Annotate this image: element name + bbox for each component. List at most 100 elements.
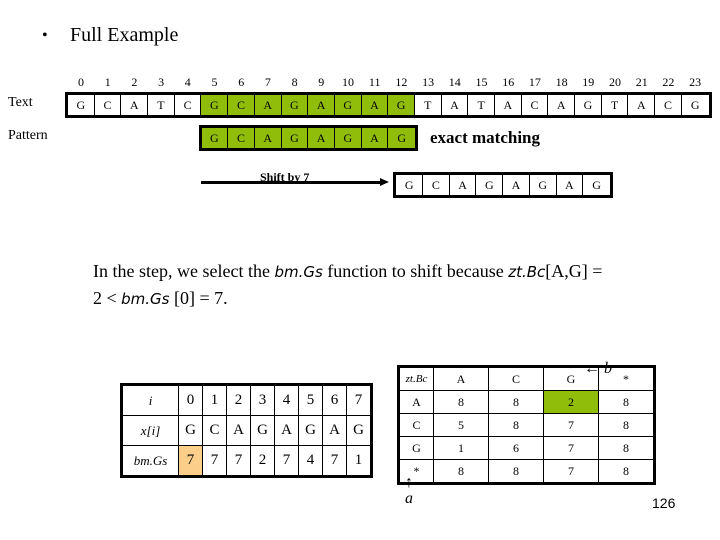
base-cell: A: [628, 95, 656, 115]
index-label: 13: [422, 75, 435, 89]
base-cell: A: [557, 175, 584, 195]
index-label: 17: [528, 75, 541, 89]
base-cell: A: [361, 128, 389, 148]
pattern-strip: GCAGAGAG: [198, 125, 418, 151]
index-label: 22: [662, 75, 675, 89]
index-label: 14: [448, 75, 461, 89]
base-cell: G: [281, 95, 309, 115]
table-row: C5878: [398, 413, 655, 437]
row-header: A: [398, 390, 434, 414]
table-cell: 0: [178, 384, 203, 416]
column-header: A: [433, 366, 489, 391]
index-label: 12: [395, 75, 408, 89]
ztbc-corner: zt.Bc: [398, 366, 434, 391]
row-header: G: [398, 436, 434, 460]
base-cell: C: [95, 95, 122, 115]
table-cell: G: [178, 415, 203, 446]
base-cell: G: [530, 175, 557, 195]
table-cell: 8: [598, 459, 655, 484]
base-cell: G: [575, 95, 602, 115]
table-cell: A: [226, 415, 251, 446]
up-arrow-icon: ↑: [405, 474, 413, 491]
explanation-text: [0] = 7.: [169, 288, 228, 308]
index-label: 5: [211, 75, 218, 89]
base-cell: G: [592, 177, 601, 192]
function-name: bm.Gs: [121, 290, 170, 308]
bmgs-table: i 01234567 x[i] GCAGAGAG bm.Gs 77727471: [120, 383, 373, 478]
base-cell: G: [281, 128, 309, 148]
page-number: 126: [652, 495, 676, 511]
base-cell: A: [548, 95, 576, 115]
table-cell: G: [298, 415, 323, 446]
base-cell: C: [522, 95, 549, 115]
index-label: 20: [609, 75, 621, 89]
table-cell: 7: [274, 445, 299, 477]
base-cell: T: [602, 95, 629, 115]
table-cell: 8: [598, 390, 655, 414]
base-cell: G: [476, 175, 504, 195]
function-name: zt.Bc: [508, 263, 546, 281]
index-label: 15: [475, 75, 488, 89]
base-cell: G: [68, 95, 95, 115]
slide-title: Full Example: [70, 24, 179, 46]
base-cell: A: [442, 95, 469, 115]
explanation-text: 2 <: [93, 288, 122, 308]
a-label-text: a: [405, 490, 413, 507]
table-cell: G: [250, 415, 275, 446]
index-label: 7: [264, 75, 271, 89]
table-cell: G: [346, 415, 372, 446]
table-cell: 4: [274, 384, 299, 416]
base-cell: A: [450, 175, 477, 195]
index-label: 4: [184, 75, 191, 89]
table-cell: 7: [346, 384, 372, 416]
base-cell: G: [201, 95, 229, 115]
row-header: C: [398, 413, 434, 437]
base-cell: C: [655, 95, 682, 115]
table-cell: 2: [250, 445, 275, 477]
base-cell: G: [690, 97, 700, 112]
table-cell: 5: [433, 413, 489, 437]
base-cell: A: [254, 128, 282, 148]
shift-arrow-line: [201, 181, 381, 184]
index-label: 23: [689, 75, 702, 89]
index-label: 18: [555, 75, 568, 89]
table-cell: A: [322, 415, 347, 446]
a-axis-label: ↑ a: [405, 475, 413, 507]
table-row-bmgs: bm.Gs 77727471: [121, 445, 372, 477]
base-cell: A: [121, 95, 149, 115]
slide-title-row: • Full Example: [42, 24, 178, 47]
table-cell: 7: [543, 413, 599, 437]
function-name: bm.Gs: [274, 263, 323, 281]
index-label: 16: [502, 75, 515, 89]
table-cell: C: [202, 415, 227, 446]
table-cell: 2: [226, 384, 251, 416]
table-cell: 5: [298, 384, 323, 416]
base-cell: G: [388, 95, 415, 115]
base-cell: C: [423, 175, 450, 195]
table-cell: 3: [250, 384, 275, 416]
index-label: 2: [131, 75, 138, 89]
explanation-text: [A,G] =: [545, 261, 603, 281]
table-row: A8828: [398, 390, 655, 414]
table-cell: 7: [543, 436, 599, 460]
table-cell: 8: [488, 413, 544, 437]
table-cell: 8: [488, 390, 544, 414]
base-cell: T: [415, 95, 442, 115]
table-row-i: i 01234567: [121, 384, 372, 416]
base-cell: G: [201, 128, 229, 148]
index-label: 8: [291, 75, 298, 89]
row-header-x: x[i]: [121, 415, 179, 446]
ztbc-table: zt.Bc A C G * A 8 8 2 8 C 5 8 7 8 G 1 6 7 8 * 8 8 7 8: [397, 365, 656, 485]
index-label: 21: [635, 75, 648, 89]
table-cell: 1: [433, 436, 489, 460]
table-cell: 4: [298, 445, 323, 477]
table-cell: A: [274, 415, 299, 446]
base-cell: T: [148, 95, 175, 115]
base-cell: C: [175, 95, 202, 115]
base-cell: A: [308, 95, 335, 115]
index-label: 1: [104, 75, 111, 89]
base-cell: C: [228, 128, 255, 148]
row-header-bmgs: bm.Gs: [121, 445, 179, 477]
ztbc-header-row: zt.Bc A C G *: [398, 366, 655, 391]
table-cell: 7: [202, 445, 227, 477]
